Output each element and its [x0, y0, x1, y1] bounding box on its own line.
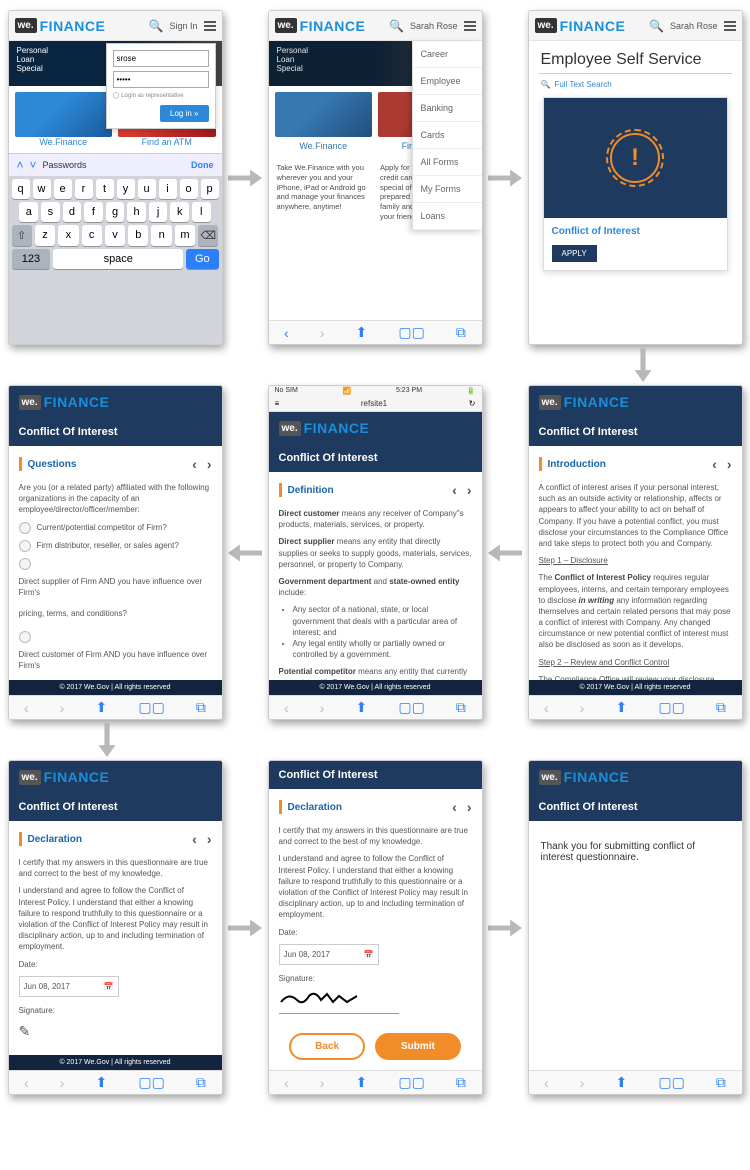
- search-icon[interactable]: 🔍: [389, 19, 404, 33]
- arrow-right-icon: [485, 908, 525, 948]
- arrow-right-icon: [225, 908, 265, 948]
- coi-card: ! Conflict of Interest APPLY: [543, 97, 728, 271]
- next-button[interactable]: ›: [207, 831, 212, 847]
- prev-button[interactable]: ‹: [192, 456, 197, 472]
- back-icon[interactable]: ‹: [284, 325, 289, 341]
- search-icon[interactable]: 🔍: [649, 19, 664, 33]
- address-bar[interactable]: ≡ refsite1 ↻: [269, 396, 482, 412]
- topbar: we. FINANCE 🔍 Sign In: [9, 11, 222, 41]
- screen-menu: we.FINANCE 🔍 Sarah Rose PersonalLoanSpec…: [268, 10, 483, 345]
- arrow-down-icon: [631, 345, 655, 385]
- go-key: Go: [186, 249, 218, 269]
- login-popover: ◯ Login as representative Log in »: [106, 43, 216, 129]
- signature-edit-icon[interactable]: ✎: [19, 1023, 31, 1039]
- next-button[interactable]: ›: [727, 456, 732, 472]
- kb-done[interactable]: Done: [191, 160, 214, 170]
- username-input[interactable]: [113, 50, 209, 67]
- share-icon[interactable]: ⬆︎: [356, 324, 368, 341]
- prev-button[interactable]: ‹: [192, 831, 197, 847]
- date-input[interactable]: Jun 08, 2017📅: [19, 976, 119, 997]
- screen-login: we. FINANCE 🔍 Sign In Personal Loan Spec…: [8, 10, 223, 345]
- screen-questions: we.FINANCE Conflict Of Interest Question…: [8, 385, 223, 720]
- search-input[interactable]: 🔍 Full Text Search: [529, 80, 742, 89]
- menu-icon[interactable]: [464, 21, 476, 31]
- menu-icon[interactable]: [204, 21, 216, 31]
- screen-thanks: we.FINANCE Conflict Of Interest Thank yo…: [528, 760, 743, 1095]
- promo-wefinance[interactable]: We.Finance: [15, 92, 113, 147]
- radio[interactable]: [19, 522, 31, 534]
- keyboard[interactable]: qwertyuiop asdfghjkl ⇧zxcvbnm⌫ 123spaceG…: [9, 176, 222, 344]
- screen-declaration-signed: Conflict Of Interest Declaration ‹› I ce…: [268, 760, 483, 1095]
- prev-button[interactable]: ‹: [712, 456, 717, 472]
- nav-menu: Career Employee Banking Cards All Forms …: [412, 41, 482, 230]
- arrow-down-icon: [95, 720, 119, 760]
- prev-button[interactable]: ‹: [452, 482, 457, 498]
- login-as-rep[interactable]: ◯ Login as representative: [113, 92, 209, 99]
- screen-ess: we.FINANCE 🔍 Sarah Rose Employee Self Se…: [528, 10, 743, 345]
- thank-you-text: Thank you for submitting conflict of int…: [529, 821, 742, 883]
- arrow-right-icon: [225, 158, 265, 198]
- alert-icon: !: [610, 133, 660, 183]
- tabs-icon[interactable]: ⧉: [456, 324, 466, 341]
- menu-item-myforms[interactable]: My Forms: [413, 176, 482, 203]
- screen-declaration: we.FINANCE Conflict Of Interest Declarat…: [8, 760, 223, 1095]
- search-icon[interactable]: 🔍: [149, 19, 164, 33]
- submit-button[interactable]: Submit: [375, 1033, 461, 1060]
- arrow-right-icon: [485, 158, 525, 198]
- num-key: 123: [12, 249, 51, 269]
- safari-toolbar: ‹ › ⬆︎ ▢▢ ⧉: [269, 320, 482, 344]
- reader-icon[interactable]: ≡: [275, 399, 280, 408]
- passwords-link[interactable]: Passwords: [43, 160, 87, 170]
- backspace-key: ⌫: [198, 225, 218, 246]
- screen-definition: No SIM📶5:23 PM🔋 ≡ refsite1 ↻ we.FINANCE …: [268, 385, 483, 720]
- kb-down-icon[interactable]: ˅: [30, 158, 37, 172]
- calendar-icon: 📅: [364, 949, 374, 960]
- calendar-icon: 📅: [104, 981, 114, 992]
- next-button[interactable]: ›: [207, 456, 212, 472]
- arrow-left-icon: [225, 533, 265, 573]
- screen-intro: we.FINANCE Conflict Of Interest Introduc…: [528, 385, 743, 720]
- arrow-left-icon: [485, 533, 525, 573]
- space-key: space: [53, 249, 183, 269]
- signature-field[interactable]: [279, 990, 399, 1014]
- prev-button[interactable]: ‹: [452, 799, 457, 815]
- date-input[interactable]: Jun 08, 2017📅: [279, 944, 379, 965]
- user-label[interactable]: Sarah Rose: [410, 21, 458, 31]
- menu-icon[interactable]: [724, 21, 736, 31]
- menu-item-cards[interactable]: Cards: [413, 122, 482, 149]
- password-input[interactable]: [113, 71, 209, 88]
- menu-item-banking[interactable]: Banking: [413, 95, 482, 122]
- brand: we. FINANCE: [15, 18, 106, 34]
- fwd-icon: ›: [320, 325, 325, 341]
- kb-up-icon[interactable]: ˄: [17, 158, 24, 172]
- radio[interactable]: [19, 540, 31, 552]
- menu-item-allforms[interactable]: All Forms: [413, 149, 482, 176]
- apply-button[interactable]: APPLY: [552, 245, 597, 262]
- login-button[interactable]: Log in »: [160, 105, 208, 122]
- menu-item-loans[interactable]: Loans: [413, 203, 482, 230]
- search-icon: 🔍: [541, 80, 551, 89]
- bookmarks-icon[interactable]: ▢▢: [398, 324, 424, 341]
- menu-item-career[interactable]: Career: [413, 41, 482, 68]
- keyboard-toolbar: ˄ ˅ Passwords Done: [9, 153, 222, 176]
- radio[interactable]: [19, 558, 31, 570]
- sign-in-link[interactable]: Sign In: [169, 21, 197, 31]
- reload-icon[interactable]: ↻: [469, 399, 476, 408]
- next-button[interactable]: ›: [467, 799, 472, 815]
- page-title: Employee Self Service: [529, 41, 742, 71]
- shift-key: ⇧: [12, 225, 32, 246]
- menu-item-employee[interactable]: Employee: [413, 68, 482, 95]
- radio[interactable]: [19, 631, 31, 643]
- next-button[interactable]: ›: [467, 482, 472, 498]
- back-button[interactable]: Back: [289, 1033, 365, 1060]
- card-title: Conflict of Interest: [552, 226, 719, 237]
